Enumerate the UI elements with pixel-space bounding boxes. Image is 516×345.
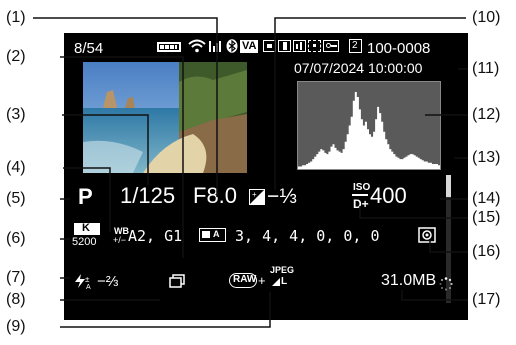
callout-9: (9) <box>6 318 26 335</box>
callout-11: (11) <box>472 60 500 77</box>
callout-6: (6) <box>6 230 26 247</box>
callout-13: (13) <box>472 149 501 166</box>
callout-12: (12) <box>472 106 501 123</box>
callout-leader-lines <box>33 17 468 328</box>
callout-2: (2) <box>6 48 26 65</box>
callout-1: (1) <box>6 9 26 26</box>
callout-10: (10) <box>472 9 501 26</box>
callout-16: (16) <box>472 243 501 260</box>
callout-8: (8) <box>6 291 26 308</box>
callout-15: (15) <box>472 209 501 226</box>
callout-3: (3) <box>6 106 26 123</box>
callout-5: (5) <box>6 190 26 207</box>
callout-14: (14) <box>472 190 501 207</box>
callout-7: (7) <box>6 269 26 286</box>
callout-17: (17) <box>472 291 501 308</box>
callout-4: (4) <box>6 159 26 176</box>
